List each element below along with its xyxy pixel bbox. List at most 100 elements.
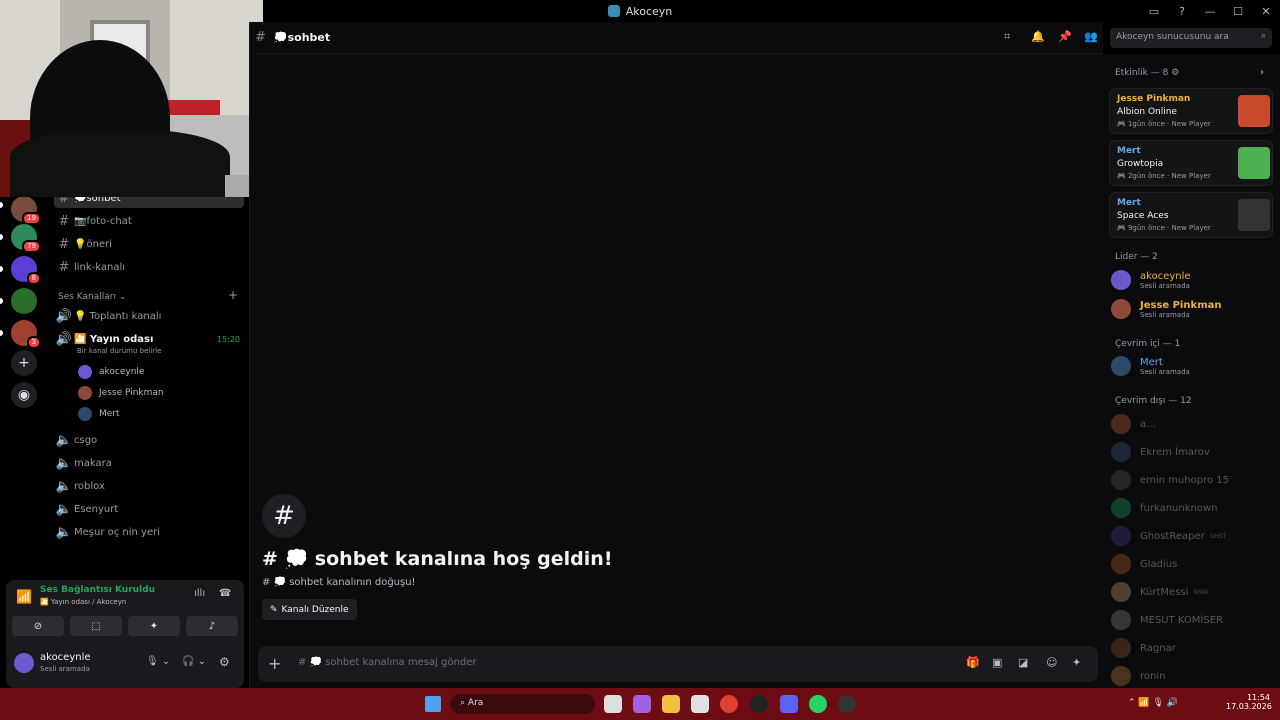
store-icon[interactable] [691,695,709,713]
member-item[interactable]: Mert Sesli aramada [1111,356,1190,376]
sticker-icon[interactable]: ◪ [1018,656,1028,669]
member-item[interactable]: ronin [1111,666,1165,686]
member-item[interactable]: Gladius [1111,554,1177,574]
hash-icon: # [255,30,266,45]
soundboard-button[interactable]: ♪ [186,616,238,636]
activity-card[interactable]: Mert Growtopia 🎮 2gün önce · New Player [1109,140,1273,186]
channel-header: # 💭sohbet [255,22,1103,54]
voice-connection-panel: 📶 Ses Bağlantısı Kuruldu 🎦 Yayın odası /… [6,580,244,688]
game-thumbnail [1238,95,1270,127]
edit-channel-button[interactable]: ✎ Kanalı Düzenle [262,599,357,620]
voice-user[interactable]: akoceynle [78,365,144,379]
close-button[interactable]: ✕ [1252,5,1280,18]
app-icon [607,5,620,17]
server-icon[interactable]: 8 [11,256,41,285]
message-composer[interactable]: + # 💭 sohbet kanalına mesaj gönder 🎁 ▣ ◪… [258,646,1098,682]
members-icon[interactable]: 👥 [1084,30,1098,43]
current-user-status: Sesli aramada [40,665,90,673]
disconnect-icon[interactable]: ☎ [219,588,231,599]
gift-icon[interactable]: 🎁 [966,656,980,669]
channel-status[interactable]: Bir kanal durumu belirle [77,347,161,355]
voice-channel[interactable]: 🔈 roblox [54,476,244,496]
voice-channel[interactable]: 🔈 csgo [54,430,244,450]
server-icon[interactable]: 19 [11,196,41,225]
clock[interactable]: 11:54 17.03.2026 [1226,693,1272,711]
current-user-name[interactable]: akoceynle [40,652,91,663]
member-item[interactable]: GhostReaper GHST [1111,526,1226,546]
headphones-icon[interactable]: 🎧 ⌄ [182,656,206,667]
inbox-icon[interactable]: ▭ [1140,5,1168,18]
voice-channel[interactable]: 🔈 makara [54,453,244,473]
chrome-icon[interactable] [720,695,738,713]
message-input[interactable]: # 💭 sohbet kanalına mesaj gönder [298,657,476,668]
add-attachment-icon[interactable]: + [268,654,281,673]
steam-icon[interactable] [750,695,768,713]
emoji-icon[interactable]: ☺ [1046,656,1057,669]
taskbar-search[interactable]: ⌕ Ara [450,694,595,714]
search-input[interactable]: Akoceyn sunucusunu ara ⌕ [1110,28,1272,48]
microphone-icon[interactable]: 🎙 ⌄ [146,656,170,667]
add-server-icon[interactable]: + [11,350,37,376]
voice-channel-toplanti[interactable]: 🔊 💡 Toplantı kanalı [54,306,244,326]
channel-title: 💭sohbet [273,31,331,44]
voice-channel[interactable]: 🔈 Esenyurt [54,499,244,519]
start-icon[interactable] [425,696,441,712]
avatar[interactable] [14,653,34,673]
whatsapp-icon[interactable] [809,695,827,713]
member-item[interactable]: Ekrem İmarov [1111,442,1210,462]
channel-foto-chat[interactable]: # 📷foto-chat [54,211,244,231]
channel-link-kanali[interactable]: # link-kanalı [54,257,244,277]
signal-icon[interactable]: 📶 [16,590,32,605]
member-item[interactable]: Ragnar [1111,638,1176,658]
server-icon[interactable]: 3 [11,320,41,349]
member-item[interactable]: MESUT KOMİSER [1111,610,1223,630]
voice-status-title[interactable]: Ses Bağlantısı Kuruldu [40,585,155,595]
member-item[interactable]: akoceynle Sesli aramada [1111,270,1191,290]
activity-card[interactable]: Mert Space Aces 🎮 9gün önce · New Player [1109,192,1273,238]
welcome-subtitle: # 💭 sohbet kanalının doğuşu! [262,577,416,588]
discover-icon[interactable]: ◉ [11,382,37,408]
threads-icon[interactable]: ⌗ [1004,30,1010,44]
voice-category[interactable]: Ses Kanalları ⌄ [58,292,126,302]
voice-user[interactable]: Jesse Pinkman [78,386,164,400]
game-thumbnail [1238,147,1270,179]
discord-icon[interactable] [780,695,798,713]
noise-suppression-icon[interactable]: ıllı [194,588,205,599]
tray-icons[interactable]: ⌃ 📶 🎙 🔊 [1128,698,1178,708]
activity-card[interactable]: Jesse Pinkman Albion Online 🎮 1gün önce … [1109,88,1273,134]
voice-channel-yayin[interactable]: 🔊 🎦 Yayın odası 15:20 [54,329,244,349]
task-view-icon[interactable] [604,695,622,713]
minimize-button[interactable]: — [1196,5,1224,18]
hash-icon: # [262,494,306,538]
member-list: Etkinlik — 8 ⚙ › Jesse Pinkman Albion On… [1103,54,1280,688]
voice-user[interactable]: Mert [78,407,120,421]
app-icon[interactable] [838,695,856,713]
member-item[interactable]: emin muhopro 15 [1111,470,1229,490]
member-item[interactable]: KürtMessi NNW [1111,582,1208,602]
activities-button[interactable]: ✦ [128,616,180,636]
app-icon[interactable] [633,695,651,713]
maximize-button[interactable]: ☐ [1224,5,1252,18]
server-icon[interactable]: 79 [11,224,41,253]
member-item[interactable]: furkanunknown [1111,498,1218,518]
settings-gear-icon[interactable]: ⚙ [219,655,230,669]
webcam-overlay[interactable] [0,0,263,197]
voice-status-sub[interactable]: 🎦 Yayın odası / Akoceyn [40,598,126,606]
channel-oneri[interactable]: # 💡öneri [54,234,244,254]
offline-header: Çevrim dışı — 12 [1115,396,1192,406]
screen-share-button[interactable]: ⬚ [70,616,122,636]
chevron-right-icon[interactable]: › [1260,67,1264,78]
gif-icon[interactable]: ▣ [992,656,1002,669]
help-icon[interactable]: ? [1168,5,1196,18]
member-item[interactable]: Jesse Pinkman Sesli aramada [1111,299,1221,319]
file-explorer-icon[interactable] [662,695,680,713]
apps-icon[interactable]: ✦ [1072,656,1081,669]
bell-icon[interactable]: 🔔 [1031,30,1045,43]
member-item[interactable]: a... [1111,414,1156,434]
voice-channel[interactable]: 🔈 Meşur oç nin yeri [54,522,244,542]
pin-icon[interactable]: 📌 [1058,30,1072,43]
online-header: Çevrim içi — 1 [1115,339,1181,349]
add-channel-icon[interactable]: + [228,288,238,302]
server-icon[interactable] [11,288,37,314]
camera-off-button[interactable]: ⊘ [12,616,64,636]
